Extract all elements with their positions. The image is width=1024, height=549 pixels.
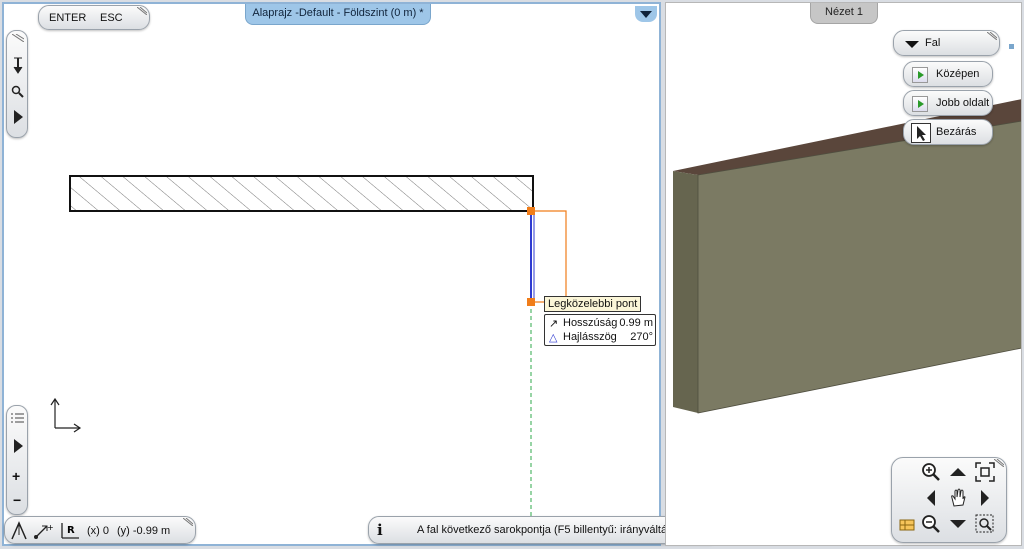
close-button-label: Bezárás xyxy=(936,126,977,138)
status-message: A fal következő sarokpontja (F5 billenty… xyxy=(417,524,677,536)
dimension-line xyxy=(533,210,567,303)
svg-text:+: + xyxy=(47,523,54,532)
fold-icon[interactable] xyxy=(994,459,1004,467)
pan-right-icon[interactable] xyxy=(973,486,997,510)
play-icon xyxy=(912,67,928,83)
length-value[interactable]: 0.99 m xyxy=(619,317,653,329)
coord-x-readout[interactable]: (x) 0 xyxy=(87,525,109,537)
plan-menu-chevron-icon[interactable] xyxy=(635,6,657,22)
layer-settings-icon[interactable] xyxy=(895,512,919,536)
layer-list-icon[interactable] xyxy=(11,412,25,424)
esc-button[interactable]: ESC xyxy=(100,12,123,24)
zoom-window-icon[interactable] xyxy=(973,512,997,536)
arrow-down-icon[interactable] xyxy=(11,57,25,75)
wall-segment[interactable] xyxy=(69,175,534,212)
floor-plan-viewport[interactable]: Alaprajz -Default - Földszint (0 m) * Le… xyxy=(2,2,661,546)
center-button-label: Középen xyxy=(936,68,980,80)
plan-window-tab[interactable]: Alaprajz -Default - Földszint (0 m) * xyxy=(245,4,431,25)
fold-icon[interactable] xyxy=(183,518,193,526)
enter-esc-toolbar: ENTER ESC xyxy=(38,5,150,30)
play-right-icon[interactable] xyxy=(12,109,24,125)
fold-icon[interactable] xyxy=(137,7,147,15)
zoom-in-plus-icon[interactable]: + xyxy=(12,468,20,484)
plan-toolbar-top xyxy=(6,30,28,138)
close-button[interactable]: Bezárás xyxy=(903,119,993,145)
zoom-out-icon[interactable] xyxy=(919,512,943,536)
pan-down-icon[interactable] xyxy=(946,512,970,536)
angle-label: Hajlásszög xyxy=(563,331,617,343)
dimension-info-box[interactable]: ↗ Hosszúság 0.99 m △ Hajlásszög 270° xyxy=(544,314,656,346)
small-square-marker xyxy=(1009,44,1014,49)
svg-text:R: R xyxy=(67,525,75,536)
enter-button[interactable]: ENTER xyxy=(49,12,86,24)
relative-coordinate-icon[interactable]: + xyxy=(33,522,55,540)
play-right-icon[interactable] xyxy=(12,438,24,454)
snap-point-start[interactable] xyxy=(527,207,535,215)
angle-icon: △ xyxy=(549,332,558,344)
plan-canvas[interactable] xyxy=(4,4,659,544)
snap-tooltip: Legközelebbi pont xyxy=(544,296,642,312)
chevron-down-icon xyxy=(905,41,919,48)
pan-hand-icon[interactable] xyxy=(946,486,970,510)
coordinate-axis-icon xyxy=(50,397,82,433)
pan-up-icon[interactable] xyxy=(946,460,970,484)
length-label: Hosszúság xyxy=(563,317,618,329)
coord-y-readout[interactable]: (y) -0.99 m xyxy=(117,525,170,537)
wall-menu-dropdown[interactable]: Fal xyxy=(893,30,1000,56)
zoom-icon[interactable] xyxy=(11,85,25,99)
snap-point-cursor[interactable] xyxy=(527,298,535,306)
fold-icon[interactable] xyxy=(12,34,24,42)
right-side-button[interactable]: Jobb oldalt xyxy=(903,90,993,116)
fold-icon[interactable] xyxy=(987,32,997,40)
angle-value[interactable]: 270° xyxy=(630,331,653,343)
wall-menu-label: Fal xyxy=(925,37,941,49)
center-button[interactable]: Középen xyxy=(903,61,993,87)
wall-side-face xyxy=(673,171,698,413)
pan-left-icon[interactable] xyxy=(919,486,943,510)
cursor-arrow-icon xyxy=(911,123,931,143)
right-side-button-label: Jobb oldalt xyxy=(936,97,990,109)
play-icon xyxy=(912,96,928,112)
zoom-out-minus-icon[interactable]: − xyxy=(13,492,21,508)
snap-mode-icon[interactable] xyxy=(10,521,28,541)
rotate-origin-icon[interactable]: R xyxy=(59,521,81,541)
length-icon: ↗ xyxy=(549,318,559,330)
coordinate-bar: + R (x) 0 (y) -0.99 m xyxy=(4,516,196,544)
info-icon: i xyxy=(377,521,383,539)
plan-toolbar-bottom: + − xyxy=(6,405,28,515)
navigation-pad xyxy=(891,457,1007,543)
zoom-in-icon[interactable] xyxy=(919,460,943,484)
